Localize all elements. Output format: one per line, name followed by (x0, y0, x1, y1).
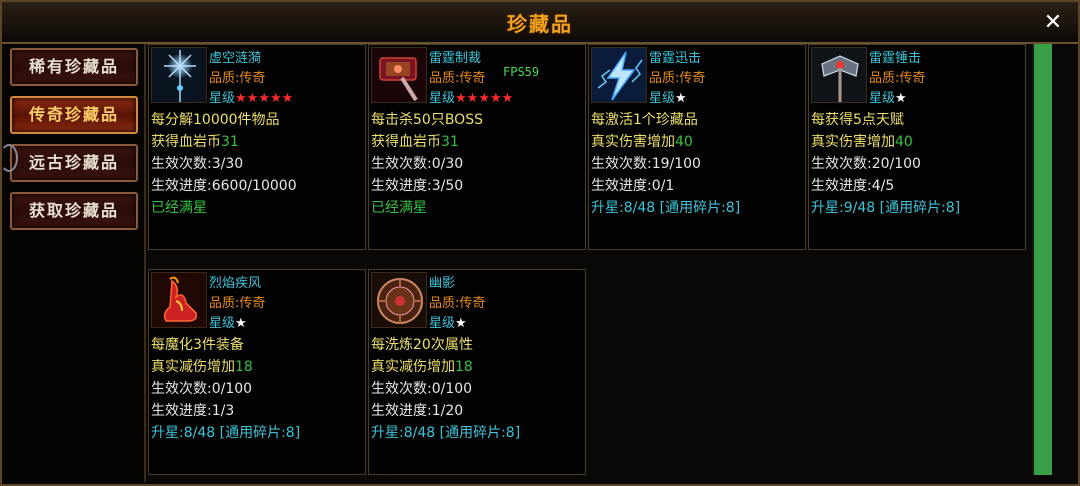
star-label: 星级 (869, 91, 896, 106)
star-label: 星级 (209, 316, 236, 331)
reward-value: 40 (675, 134, 693, 150)
effect-progress: 生效进度:0/1 (591, 178, 675, 194)
star-status[interactable]: 升星:8/48 [通用碎片:8] (151, 422, 300, 442)
item-quality: 品质:传奇 (209, 296, 266, 311)
item-quality: 品质:传奇 (209, 71, 266, 86)
item-quality: 品质:传奇 (429, 71, 486, 86)
stars-icon: ★ (235, 316, 247, 331)
star-label: 星级 (649, 91, 676, 106)
effect-progress: 生效进度:1/20 (371, 403, 464, 419)
item-quality: 品质:传奇 (429, 296, 486, 311)
flame-boots-icon (151, 272, 207, 328)
stars-icon: ★ (455, 316, 467, 331)
thunder-hammer-icon (371, 47, 427, 103)
close-button[interactable]: ✕ (1040, 10, 1066, 36)
reward-value: 40 (895, 134, 913, 150)
item-name: 幽影 (429, 276, 456, 291)
reward-line: 获得血岩币31 (371, 131, 459, 151)
star-rating: 星级★ (429, 312, 467, 331)
reward-line: 获得血岩币31 (151, 131, 239, 151)
trigger-condition: 每魔化3件装备 (151, 337, 244, 353)
reward-value: 18 (235, 359, 253, 375)
collection-card[interactable]: 烈焰疾风 品质:传奇 星级★ 每魔化3件装备 真实减伤增加18 生效次数:0/100 生效进… (148, 269, 366, 475)
tab-rare[interactable]: 稀有珍藏品 (10, 48, 138, 86)
star-rating: 星级★★★★★ (429, 87, 513, 106)
star-rating: 星级★ (869, 87, 907, 106)
stars-icon: ★ (675, 91, 687, 106)
lightning-icon (591, 47, 647, 103)
reward-value: 31 (441, 134, 459, 150)
item-quality: 品质:传奇 (649, 71, 706, 86)
shadow-shield-icon (371, 272, 427, 328)
tab-acquire[interactable]: 获取珍藏品 (10, 192, 138, 230)
item-name: 虚空涟漪 (209, 51, 262, 66)
item-name: 烈焰疾风 (209, 276, 262, 291)
stars-icon: ★ (895, 91, 907, 106)
reward-text: 真实减伤增加 (371, 359, 455, 375)
star-label: 星级 (429, 91, 456, 106)
item-name: 雷霆制裁 (429, 51, 482, 66)
tab-legendary[interactable]: 传奇珍藏品 (10, 96, 138, 134)
sidebar-handle-icon[interactable] (0, 144, 18, 172)
item-name: 雷霆锤击 (869, 51, 922, 66)
trigger-condition: 每分解10000件物品 (151, 112, 280, 128)
star-status: 已经满星 (151, 200, 207, 216)
star-status[interactable]: 升星:9/48 [通用碎片:8] (811, 197, 960, 217)
star-status[interactable]: 升星:8/48 [通用碎片:8] (591, 197, 740, 217)
reward-line: 真实伤害增加40 (811, 131, 913, 151)
reward-line: 真实减伤增加18 (151, 356, 253, 376)
trigger-condition: 每获得5点天赋 (811, 112, 904, 128)
star-label: 星级 (209, 91, 236, 106)
collection-card[interactable]: 雷霆制裁 品质:传奇 星级★★★★★ FPS59 每击杀50只BOSS 获得血岩币31 生效… (368, 44, 586, 250)
trigger-condition: 每洗炼20次属性 (371, 337, 473, 353)
effect-count: 生效次数:20/100 (811, 156, 921, 172)
category-sidebar: 稀有珍藏品 传奇珍藏品 远古珍藏品 获取珍藏品 (4, 44, 146, 482)
reward-text: 获得血岩币 (151, 134, 221, 150)
collection-card[interactable]: 雷霆迅击 品质:传奇 星级★ 每激活1个珍藏品 真实伤害增加40 生效次数:19/100 生… (588, 44, 806, 250)
effect-count: 生效次数:0/30 (371, 156, 464, 172)
effect-progress: 生效进度:6600/10000 (151, 178, 297, 194)
collection-card[interactable]: 雷霆锤击 品质:传奇 星级★ 每获得5点天赋 真实伤害增加40 生效次数:20/100 生效… (808, 44, 1026, 250)
void-staff-icon (151, 47, 207, 103)
collection-card[interactable]: 幽影 品质:传奇 星级★ 每洗炼20次属性 真实减伤增加18 生效次数:0/100 生效进度… (368, 269, 586, 475)
effect-count: 生效次数:0/100 (151, 381, 253, 397)
effect-progress: 生效进度:3/50 (371, 178, 464, 194)
fps-counter: FPS59 (503, 65, 540, 79)
reward-text: 真实伤害增加 (811, 134, 895, 150)
effect-progress: 生效进度:1/3 (151, 403, 235, 419)
axe-icon (811, 47, 867, 103)
star-rating: 星级★ (649, 87, 687, 106)
collection-grid: 虚空涟漪 品质:传奇 星级★★★★★ 每分解10000件物品 获得血岩币31 生效次数:3… (148, 44, 1030, 482)
item-name: 雷霆迅击 (649, 51, 702, 66)
stars-icon: ★★★★★ (235, 91, 294, 106)
scrollbar-thumb[interactable] (1034, 44, 1052, 475)
reward-line: 真实减伤增加18 (371, 356, 473, 376)
window-title: 珍藏品 (507, 12, 573, 36)
reward-value: 18 (455, 359, 473, 375)
star-label: 星级 (429, 316, 456, 331)
trigger-condition: 每击杀50只BOSS (371, 112, 483, 128)
effect-count: 生效次数:3/30 (151, 156, 244, 172)
trigger-condition: 每激活1个珍藏品 (591, 112, 698, 128)
collection-window: 珍藏品 ✕ 稀有珍藏品 传奇珍藏品 远古珍藏品 获取珍藏品 虚空涟漪 品质:传奇星… (0, 0, 1080, 486)
reward-value: 31 (221, 134, 239, 150)
effect-count: 生效次数:19/100 (591, 156, 701, 172)
collection-card[interactable]: 虚空涟漪 品质:传奇 星级★★★★★ 每分解10000件物品 获得血岩币31 生效次数:3… (148, 44, 366, 250)
star-status[interactable]: 升星:8/48 [通用碎片:8] (371, 422, 520, 442)
reward-text: 真实伤害增加 (591, 134, 675, 150)
star-status: 已经满星 (371, 200, 427, 216)
stars-icon: ★★★★★ (455, 91, 514, 106)
star-rating: 星级★★★★★ (209, 87, 293, 106)
item-quality: 品质:传奇 (869, 71, 926, 86)
reward-text: 获得血岩币 (371, 134, 441, 150)
star-rating: 星级★ (209, 312, 247, 331)
reward-text: 真实减伤增加 (151, 359, 235, 375)
reward-line: 真实伤害增加40 (591, 131, 693, 151)
effect-progress: 生效进度:4/5 (811, 178, 895, 194)
title-bar: 珍藏品 ✕ (2, 2, 1078, 44)
tab-ancient[interactable]: 远古珍藏品 (10, 144, 138, 182)
effect-count: 生效次数:0/100 (371, 381, 473, 397)
